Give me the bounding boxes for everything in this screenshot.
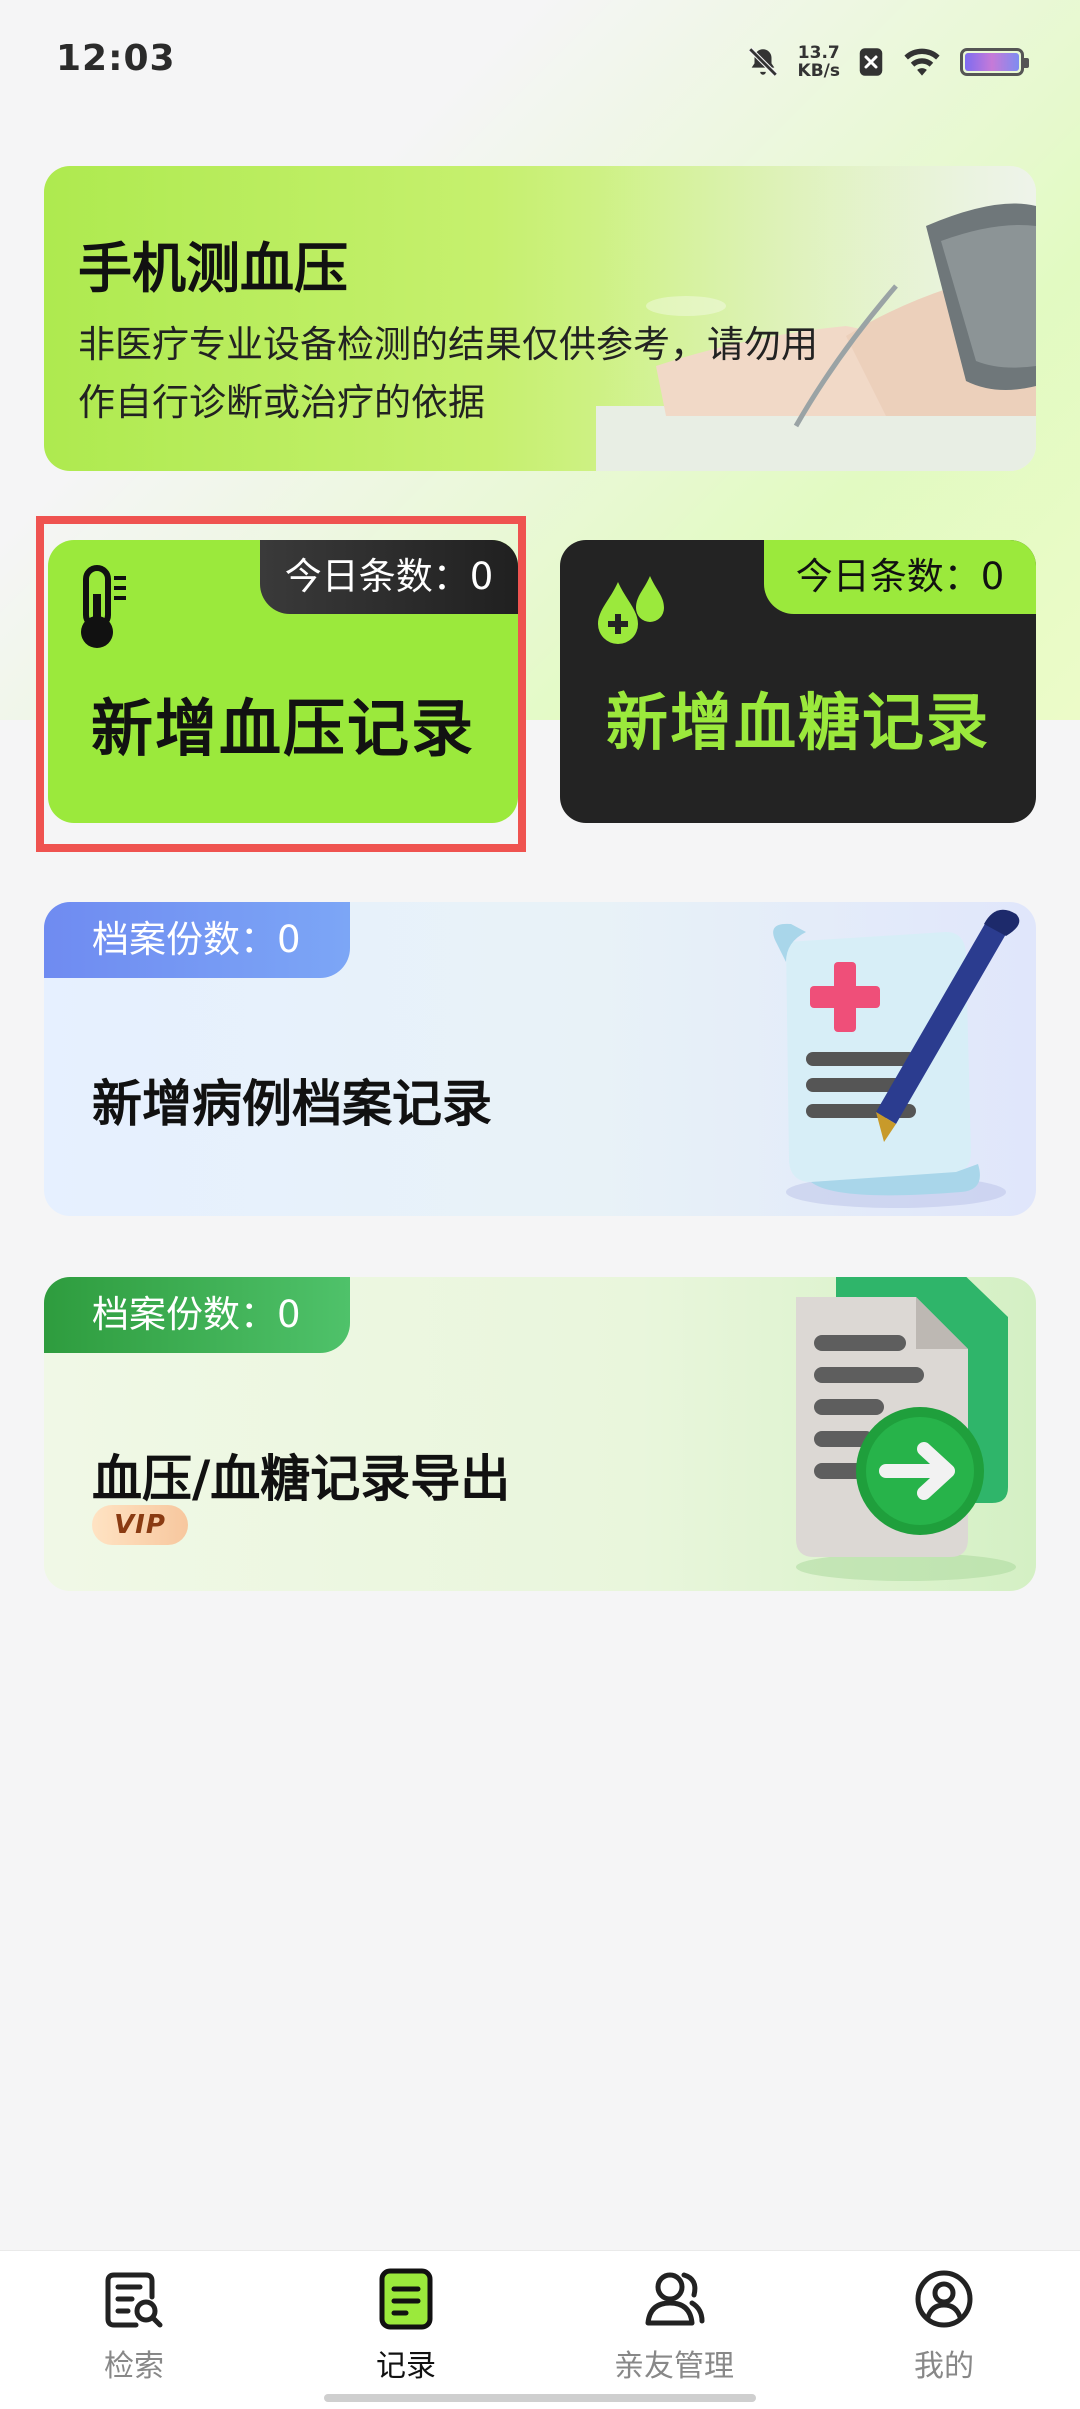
status-bar: 12:03 13.7 KB/s (0, 0, 1080, 128)
bp-today-count-tag: 今日条数：0 (260, 540, 518, 614)
vip-badge: VIP (92, 1505, 188, 1545)
blood-drops-icon (598, 576, 664, 644)
export-records-button[interactable]: 档案份数：0 血压/血糖记录导出 VIP (44, 1277, 1036, 1591)
thermometer-icon (81, 565, 126, 648)
profile-icon (915, 2270, 973, 2328)
banner-subtitle: 非医疗专业设备检测的结果仅供参考，请勿用作自行诊断或治疗的依据 (78, 323, 818, 424)
export-card-label: 血压/血糖记录导出 (92, 1450, 511, 1508)
export-document-icon (796, 1277, 1016, 1581)
battery-icon (960, 48, 1029, 76)
nav-tab-record[interactable]: 记录 (316, 2267, 496, 2387)
export-count-tag: 档案份数：0 (44, 1277, 350, 1353)
banner-title: 手机测血压 (78, 237, 348, 300)
search-list-icon (105, 2272, 163, 2328)
status-icons: 13.7 KB/s (746, 40, 1029, 84)
bp-card-label: 新增血压记录 (90, 692, 475, 765)
net-speed: 13.7 KB/s (798, 44, 840, 80)
bottom-navigation: 检索 记录 亲友管理 我的 (0, 2250, 1080, 2409)
sim-disabled-icon (859, 48, 883, 76)
add-blood-glucose-record-button[interactable]: 今日条数：0 新增血糖记录 (560, 540, 1036, 823)
nav-label-friends: 亲友管理 (614, 2349, 734, 2384)
friends-icon (645, 2272, 705, 2326)
net-speed-value: 13.7 (797, 43, 840, 63)
bell-muted-icon (748, 47, 778, 77)
bg-today-count-tag: 今日条数：0 (764, 540, 1036, 614)
status-time: 12:03 (56, 38, 176, 79)
archive-count-tag: 档案份数：0 (44, 902, 350, 978)
home-indicator (324, 2394, 756, 2402)
record-icon (379, 2268, 433, 2330)
net-speed-unit: KB/s (797, 61, 840, 81)
medical-document-icon (773, 909, 1020, 1208)
add-blood-pressure-record-button[interactable]: 今日条数：0 新增血压记录 (48, 540, 518, 823)
bg-card-label: 新增血糖记录 (605, 686, 990, 759)
nav-label-mine: 我的 (914, 2349, 974, 2384)
nav-tab-mine[interactable]: 我的 (854, 2267, 1034, 2387)
nav-label-search: 检索 (104, 2349, 164, 2384)
hero-banner: 手机测血压 非医疗专业设备检测的结果仅供参考，请勿用作自行诊断或治疗的依据 (44, 166, 1036, 471)
nav-tab-friends[interactable]: 亲友管理 (584, 2267, 764, 2387)
nav-label-record: 记录 (376, 2349, 436, 2384)
add-case-archive-button[interactable]: 档案份数：0 新增病例档案记录 (44, 902, 1036, 1216)
archive-card-label: 新增病例档案记录 (92, 1075, 492, 1133)
wifi-icon (904, 48, 940, 76)
nav-tab-search[interactable]: 检索 (44, 2267, 224, 2387)
